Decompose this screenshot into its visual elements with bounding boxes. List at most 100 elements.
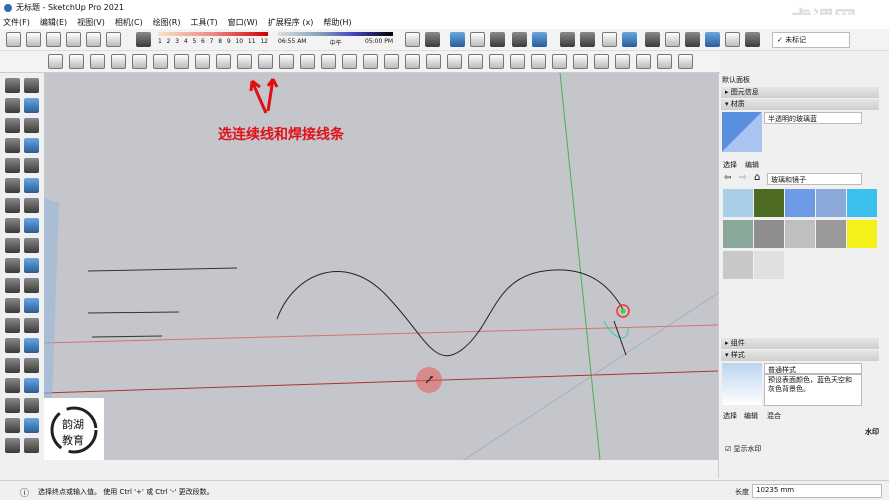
- tool-icon[interactable]: [24, 218, 39, 233]
- tool-icon[interactable]: [24, 338, 39, 353]
- view-icon-1[interactable]: [26, 32, 41, 47]
- edge-line[interactable]: [87, 267, 238, 272]
- shadow-time-slider[interactable]: 06:55 AM 中午 05:00 PM: [278, 32, 393, 48]
- styles-tab-edit[interactable]: 编辑: [744, 411, 758, 421]
- library-select[interactable]: 玻璃和镜子: [767, 173, 862, 185]
- tool-icon[interactable]: [24, 138, 39, 153]
- materials-tab-select[interactable]: 选择: [723, 160, 737, 170]
- drawing-canvas[interactable]: [44, 73, 718, 460]
- menu-tools[interactable]: 工具(T): [191, 17, 218, 28]
- toolbar2-icon[interactable]: [510, 54, 525, 69]
- toolbar-icon-4[interactable]: [490, 32, 505, 47]
- toolbar-icon-8[interactable]: [580, 32, 595, 47]
- menu-camera[interactable]: 相机(C): [115, 17, 143, 28]
- toolbar2-icon[interactable]: [426, 54, 441, 69]
- toolbar2-icon[interactable]: [363, 54, 378, 69]
- home-icon[interactable]: ⌂: [754, 172, 760, 183]
- back-arrow-icon[interactable]: ⇦: [724, 173, 732, 183]
- arc-curve[interactable]: [276, 269, 625, 357]
- toolbar2-icon[interactable]: [531, 54, 546, 69]
- toolbar2-icon[interactable]: [636, 54, 651, 69]
- tool-icon[interactable]: [24, 78, 39, 93]
- menu-help[interactable]: 帮助(H): [323, 17, 351, 28]
- tool-icon[interactable]: [5, 218, 20, 233]
- toolbar2-icon[interactable]: [405, 54, 420, 69]
- tool-icon[interactable]: [5, 378, 20, 393]
- tool-icon[interactable]: [24, 398, 39, 413]
- toolbar2-icon[interactable]: [384, 54, 399, 69]
- tool-icon[interactable]: [5, 438, 20, 453]
- components-header[interactable]: ▸ 组件: [721, 338, 879, 349]
- toolbar2-icon[interactable]: [489, 54, 504, 69]
- shadow-date-slider[interactable]: 1 2 3 4 5 6 7 8 9 10 11 12: [158, 32, 268, 48]
- tool-icon[interactable]: [5, 178, 20, 193]
- view-icon-5[interactable]: [106, 32, 121, 47]
- tool-icon[interactable]: [5, 278, 20, 293]
- styles-tab-mix[interactable]: 混合: [767, 411, 781, 421]
- tool-icon[interactable]: [5, 338, 20, 353]
- tool-icon[interactable]: [24, 318, 39, 333]
- toolbar2-icon[interactable]: [279, 54, 294, 69]
- toolbar-icon-0[interactable]: [405, 32, 420, 47]
- toolbar2-icon[interactable]: [468, 54, 483, 69]
- toolbar2-icon[interactable]: [615, 54, 630, 69]
- tool-icon[interactable]: [5, 398, 20, 413]
- style-description[interactable]: 预设表面颜色，蓝色天空和灰色背景色。: [764, 374, 862, 406]
- tool-icon[interactable]: [5, 258, 20, 273]
- tool-icon[interactable]: [5, 418, 20, 433]
- tool-icon[interactable]: [5, 118, 20, 133]
- menu-view[interactable]: 视图(V): [77, 17, 105, 28]
- toolbar2-icon[interactable]: [552, 54, 567, 69]
- view-icon-3[interactable]: [66, 32, 81, 47]
- material-swatch[interactable]: [785, 220, 815, 248]
- toolbar-icon-3[interactable]: [470, 32, 485, 47]
- toolbar2-icon[interactable]: [447, 54, 462, 69]
- toolbar2-icon[interactable]: [342, 54, 357, 69]
- menu-file[interactable]: 文件(F): [3, 17, 30, 28]
- menu-draw[interactable]: 绘图(R): [153, 17, 181, 28]
- material-swatch[interactable]: [785, 189, 815, 217]
- tool-icon[interactable]: [24, 298, 39, 313]
- materials-tab-edit[interactable]: 编辑: [745, 160, 759, 170]
- toolbar-icon-10[interactable]: [622, 32, 637, 47]
- view-icon-4[interactable]: [86, 32, 101, 47]
- edge-line[interactable]: [91, 335, 163, 338]
- info-icon[interactable]: ⓘ: [20, 486, 29, 499]
- material-name-input[interactable]: 半透明的玻璃蓝: [764, 112, 862, 124]
- toolbar2-icon[interactable]: [48, 54, 63, 69]
- tool-icon[interactable]: [5, 158, 20, 173]
- toolbar-icon-2[interactable]: [450, 32, 465, 47]
- forward-arrow-icon[interactable]: ⇨: [739, 173, 747, 183]
- toolbar-icon-6[interactable]: [532, 32, 547, 47]
- toolbar-icon-1[interactable]: [425, 32, 440, 47]
- toolbar2-icon[interactable]: [195, 54, 210, 69]
- shadow-toggle-icon[interactable]: [136, 32, 151, 47]
- materials-header[interactable]: ▾ 材质: [721, 99, 879, 110]
- tool-icon[interactable]: [5, 238, 20, 253]
- toolbar2-icon[interactable]: [153, 54, 168, 69]
- toolbar-icon-13[interactable]: [685, 32, 700, 47]
- tag-select[interactable]: ✓ 未标记: [772, 32, 850, 48]
- material-swatch[interactable]: [847, 220, 877, 248]
- tool-icon[interactable]: [24, 418, 39, 433]
- tool-icon[interactable]: [5, 138, 20, 153]
- toolbar2-icon[interactable]: [132, 54, 147, 69]
- toolbar-icon-15[interactable]: [725, 32, 740, 47]
- styles-tab-select[interactable]: 选择: [723, 411, 737, 421]
- toolbar2-icon[interactable]: [90, 54, 105, 69]
- material-swatch[interactable]: [816, 189, 846, 217]
- tool-icon[interactable]: [24, 178, 39, 193]
- show-watermark-checkbox[interactable]: ☑ 显示水印: [725, 444, 762, 454]
- toolbar-icon-9[interactable]: [602, 32, 617, 47]
- toolbar2-icon[interactable]: [111, 54, 126, 69]
- style-name-input[interactable]: 普通样式: [764, 363, 862, 374]
- menu-edit[interactable]: 编辑(E): [40, 17, 67, 28]
- tool-icon[interactable]: [24, 358, 39, 373]
- tool-icon[interactable]: [5, 198, 20, 213]
- view-icon-2[interactable]: [46, 32, 61, 47]
- material-swatch[interactable]: [754, 251, 784, 279]
- edge-line[interactable]: [87, 311, 180, 314]
- tool-icon[interactable]: [24, 158, 39, 173]
- toolbar-icon-5[interactable]: [512, 32, 527, 47]
- entity-info-header[interactable]: ▸ 图元信息: [721, 87, 879, 98]
